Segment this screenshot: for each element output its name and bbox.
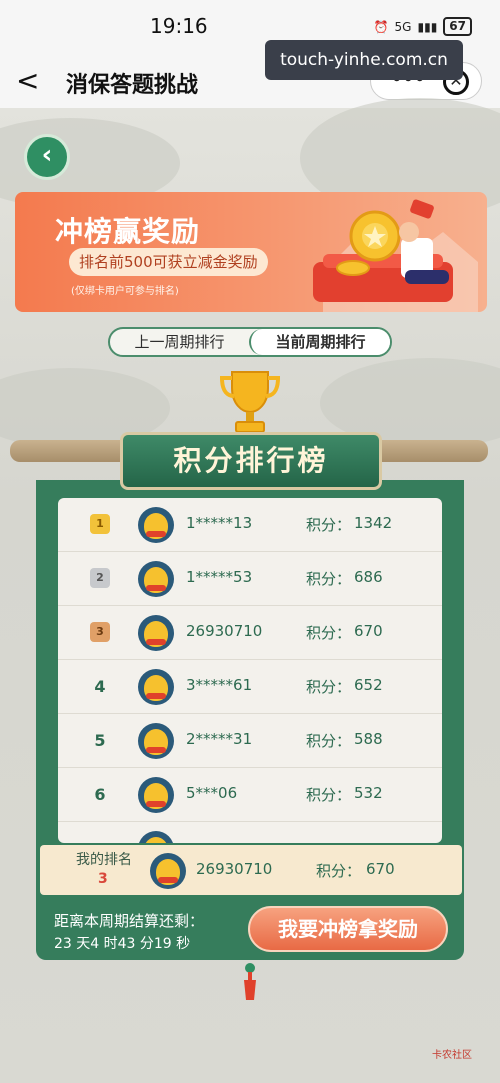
round-back-button[interactable]: ‹ — [24, 134, 70, 180]
score-value: 670 — [354, 622, 383, 640]
leaderboard-row: 2 1*****53 积分： 686 — [58, 552, 442, 606]
period-tabs: 上一周期排行 当前周期排行 — [108, 327, 392, 357]
alarm-icon: ⏰ — [373, 19, 389, 34]
reward-banner[interactable]: 冲榜赢奖励 排名前500可获立减金奖励 (仅绑卡用户可参与排名) — [15, 192, 487, 312]
user-name: 26930710 — [186, 622, 263, 640]
user-name: 1*****13 — [186, 514, 253, 532]
rank-up-reward-button[interactable]: 我要冲榜拿奖励 — [248, 906, 448, 952]
nav-back-button[interactable]: < — [16, 64, 39, 97]
network-label: 5G — [394, 19, 412, 34]
tab-previous-period[interactable]: 上一周期排行 — [110, 329, 249, 355]
score-label: 积分： — [306, 570, 352, 588]
score-label: 积分： — [306, 678, 352, 696]
score-label: 积分： — [306, 732, 352, 750]
user-name: 1*****53 — [186, 568, 253, 586]
user-name: 2*****31 — [186, 730, 253, 748]
score-label: 积分： — [306, 516, 352, 534]
leaderboard-row: 3 26930710 积分： 670 — [58, 606, 442, 660]
score-value: 1342 — [354, 514, 393, 532]
board-title: 积分排行榜 — [120, 432, 382, 490]
signal-icon: ▮▮▮ — [417, 19, 438, 34]
score-label: 积分： — [306, 786, 352, 804]
score-label: 积分： — [306, 624, 352, 642]
rank-number: 5 — [94, 731, 106, 750]
score-value: 652 — [354, 676, 383, 694]
countdown-value: 23 天4 时43 分19 秒 — [54, 936, 191, 952]
silver-medal-icon: 2 — [90, 568, 110, 588]
watermark-url: touch-yinhe.com.cn — [265, 40, 463, 80]
banner-note: (仅绑卡用户可参与排名) — [71, 286, 179, 297]
status-icons: ⏰ 5G ▮▮▮ 67 — [374, 17, 472, 36]
leaderboard-row-partial — [58, 822, 442, 843]
rank-number: 6 — [94, 785, 106, 804]
score-value: 588 — [354, 730, 383, 748]
leaderboard-list[interactable]: 1 1*****13 积分： 1342 2 1*****53 积分： 686 3… — [58, 498, 442, 843]
tassel-ornament — [244, 963, 256, 1000]
trophy-icon — [219, 371, 281, 433]
my-score-label: 积分： — [316, 862, 362, 880]
bronze-medal-icon: 3 — [90, 622, 110, 642]
my-user-name: 26930710 — [196, 860, 273, 878]
avatar — [138, 507, 174, 543]
my-rank-label: 我的排名 — [76, 852, 132, 868]
leaderboard-row: 6 5***06 积分： 532 — [58, 768, 442, 822]
score-value: 532 — [354, 784, 383, 802]
community-logo: 卡农社区 — [432, 1050, 472, 1061]
user-name: 3*****61 — [186, 676, 253, 694]
page-title: 消保答题挑战 — [66, 73, 199, 98]
countdown-label: 距离本周期结算还剩： — [54, 912, 205, 930]
avatar — [138, 723, 174, 759]
gold-medal-icon: 1 — [90, 514, 110, 534]
chevron-left-icon: ‹ — [41, 140, 53, 170]
score-value: 686 — [354, 568, 383, 586]
avatar — [138, 615, 174, 651]
leaderboard-row: 4 3*****61 积分： 652 — [58, 660, 442, 714]
leaderboard-row: 1 1*****13 积分： 1342 — [58, 498, 442, 552]
banner-subtitle: 排名前500可获立减金奖励 — [69, 248, 268, 276]
my-rank-bar: 我的排名 3 26930710 积分： 670 — [40, 845, 462, 895]
avatar — [138, 669, 174, 705]
my-score-value: 670 — [366, 860, 395, 878]
user-name: 5***06 — [186, 784, 238, 802]
my-rank-number: 3 — [98, 871, 108, 887]
banner-title: 冲榜赢奖励 — [55, 215, 201, 248]
battery-level: 67 — [443, 17, 472, 36]
avatar — [138, 831, 174, 843]
status-time: 19:16 — [150, 14, 208, 38]
coin-envelope-illustration — [313, 199, 478, 312]
tab-current-period[interactable]: 当前周期排行 — [249, 329, 390, 355]
avatar — [138, 777, 174, 813]
my-avatar — [150, 853, 186, 889]
leaderboard-row: 5 2*****31 积分： 588 — [58, 714, 442, 768]
rank-number: 4 — [94, 677, 106, 696]
avatar — [138, 561, 174, 597]
